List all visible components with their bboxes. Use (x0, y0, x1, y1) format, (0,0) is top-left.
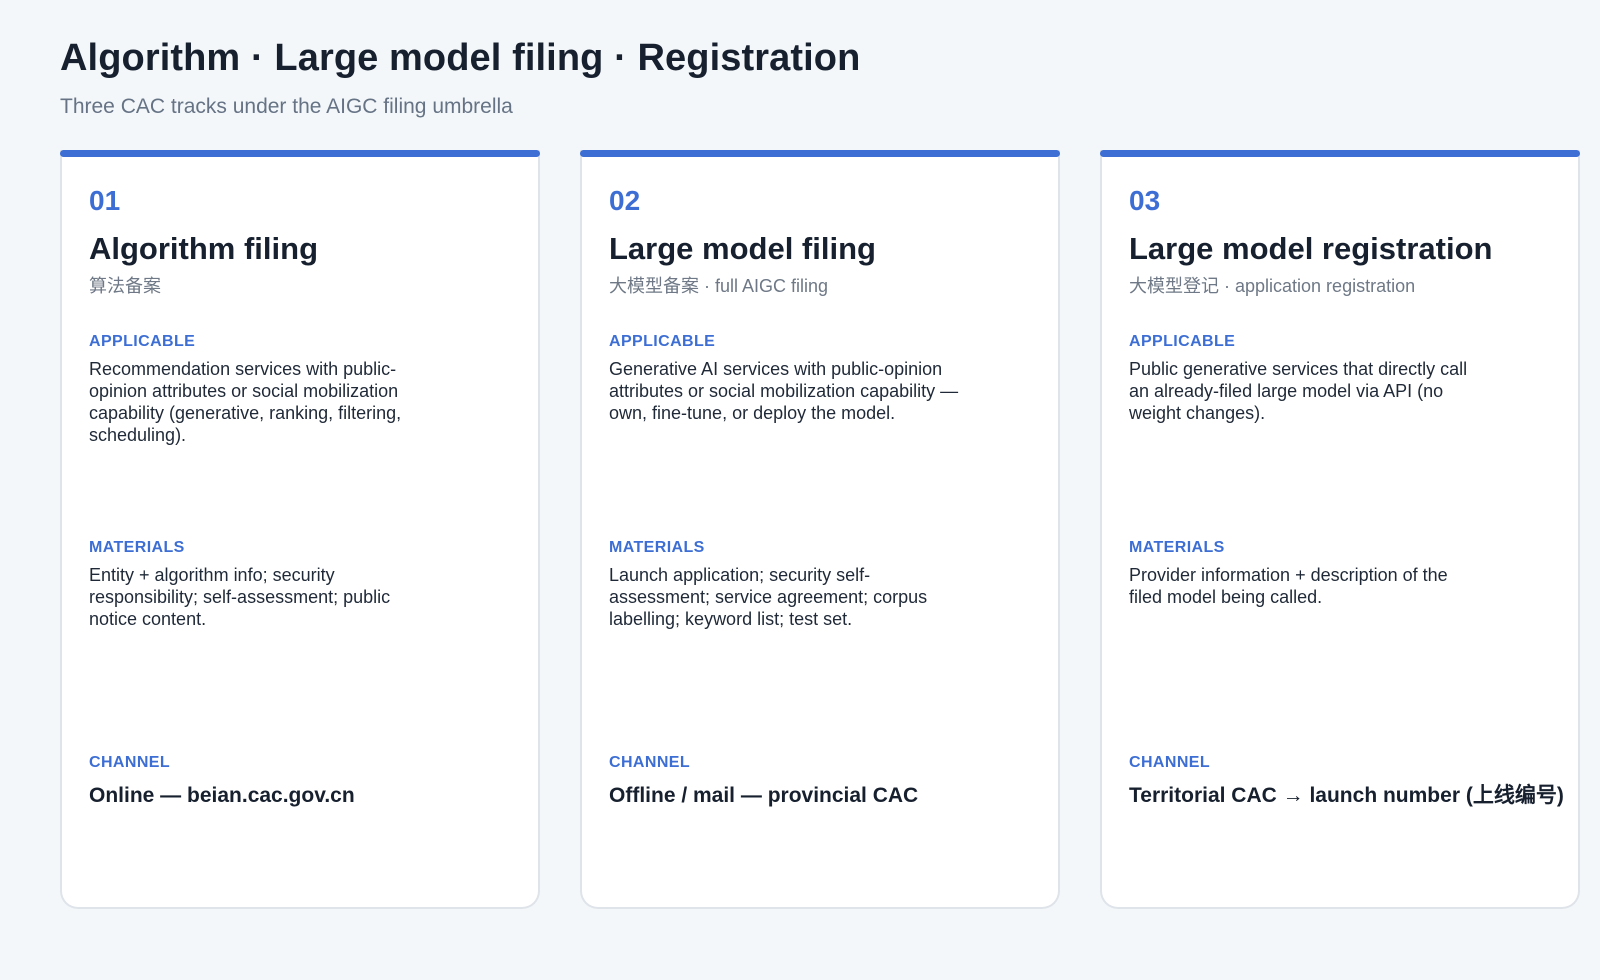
channel-value: Online — beian.cac.gov.cn (89, 784, 355, 807)
channel-value: Offline / mail — provincial CAC (609, 784, 919, 807)
card-number: 03 (1129, 185, 1161, 216)
card-content: 01 Algorithm filing 算法备案 APPLICABLE Reco… (89, 150, 508, 907)
channel-value: Territorial CAC → launch number (上线编号) (1129, 784, 1564, 807)
card-number: 01 (89, 185, 121, 216)
card-subtitle: 大模型备案 · full AIGC filing (609, 276, 829, 296)
channel-label: CHANNEL (89, 754, 171, 771)
card-content: 03 Large model registration 大模型登记 · appl… (1129, 150, 1564, 907)
page-subtitle: Three CAC tracks under the AIGC filing u… (60, 95, 513, 118)
card-number: 02 (609, 185, 641, 216)
applicable-text: Recommendation services with public-opin… (89, 359, 402, 445)
track-card-algorithm-filing: 01 Algorithm filing 算法备案 APPLICABLE Reco… (60, 150, 540, 909)
applicable-label: APPLICABLE (89, 333, 196, 350)
page-title: Algorithm · Large model filing · Registr… (60, 37, 861, 79)
applicable-label: APPLICABLE (609, 333, 716, 350)
card-title: Large model registration (1129, 231, 1493, 266)
materials-label: MATERIALS (1129, 539, 1225, 556)
applicable-text: Generative AI services with public-opini… (609, 359, 959, 423)
page: Algorithm · Large model filing · Registr… (0, 0, 1600, 980)
card-content: 02 Large model filing 大模型备案 · full AIGC … (609, 150, 1028, 907)
materials-label: MATERIALS (89, 539, 185, 556)
materials-label: MATERIALS (609, 539, 705, 556)
track-card-large-model-registration: 03 Large model registration 大模型登记 · appl… (1100, 150, 1580, 909)
applicable-label: APPLICABLE (1129, 333, 1236, 350)
applicable-text: Public generative services that directly… (1129, 359, 1468, 423)
tracks-card-list: 01 Algorithm filing 算法备案 APPLICABLE Reco… (60, 150, 1580, 909)
card-subtitle: 算法备案 (89, 276, 161, 296)
card-subtitle: 大模型登记 · application registration (1129, 276, 1416, 296)
card-title: Algorithm filing (89, 231, 319, 266)
materials-text: Launch application; security self-assess… (609, 565, 928, 629)
materials-text: Provider information + description of th… (1129, 565, 1448, 607)
channel-label: CHANNEL (1129, 754, 1211, 771)
channel-label: CHANNEL (609, 754, 691, 771)
materials-text: Entity + algorithm info; security respon… (89, 565, 391, 629)
track-card-large-model-filing: 02 Large model filing 大模型备案 · full AIGC … (580, 150, 1060, 909)
card-title: Large model filing (609, 231, 876, 266)
